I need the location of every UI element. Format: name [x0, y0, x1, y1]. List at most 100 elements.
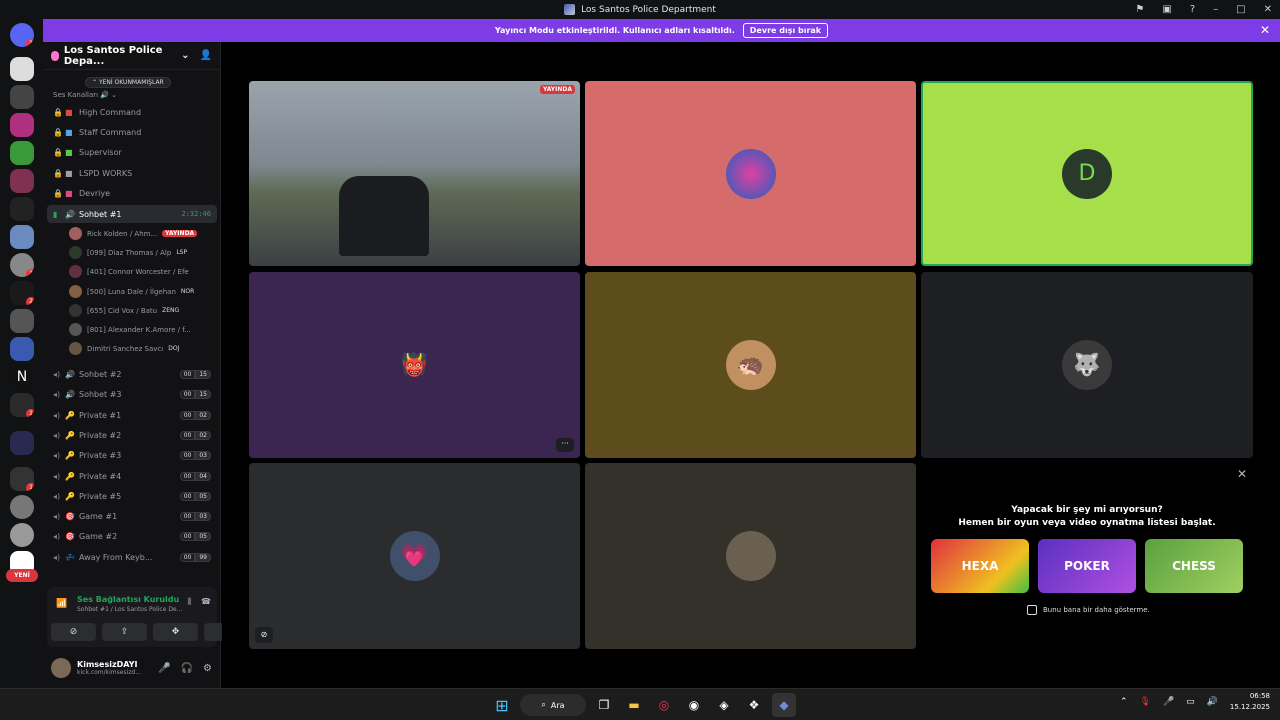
server-icon[interactable]: 1	[10, 393, 34, 417]
close-window-button[interactable]: ✕	[1264, 4, 1272, 15]
mic-muted-icon[interactable]: 🎙	[1140, 697, 1151, 707]
participant-tile[interactable]	[585, 81, 916, 266]
voice-member[interactable]: [655] Cid Vox / Batu ZENG	[69, 302, 217, 319]
participant-tile-speaking[interactable]: D	[921, 81, 1253, 266]
video-off-icon[interactable]: ⊘	[255, 627, 273, 643]
channel-item[interactable]: ◂) 🔑 Private #1 00 02	[47, 406, 217, 424]
server-icon[interactable]	[10, 337, 34, 361]
screen-share-button[interactable]: ⇪	[102, 623, 147, 641]
chevron-up-icon[interactable]: ⌃	[1120, 697, 1128, 707]
participant-tile[interactable]: 🐺	[921, 272, 1253, 458]
discord-taskbar-icon[interactable]: ◆	[772, 693, 796, 717]
file-explorer-icon[interactable]: ▬	[622, 693, 646, 717]
display-icon[interactable]: ▭	[1186, 697, 1195, 707]
discord-home-button[interactable]: 3	[10, 23, 34, 47]
server-folder[interactable]	[10, 431, 34, 455]
task-view-icon[interactable]: ❐	[592, 693, 616, 717]
channel-item[interactable]: 🔒 ■ Supervisor	[47, 143, 217, 161]
channel-item[interactable]: ◂) 🔊 Sohbet #3 00 15	[47, 385, 217, 403]
channel-item[interactable]: ◂) 🎯 Game #1 00 03	[47, 507, 217, 525]
mic-icon[interactable]: 🎤	[1163, 697, 1174, 707]
server-header[interactable]: Los Santos Police Depa... ⌄ 👤	[43, 42, 220, 70]
app-icon[interactable]: ❖	[742, 693, 766, 717]
server-icon[interactable]	[10, 57, 34, 81]
maximize-button[interactable]: □	[1236, 4, 1245, 15]
dont-show-again-checkbox[interactable]: Bunu bana bir daha gösterme.	[1027, 605, 1150, 615]
voice-member[interactable]: [099] Diaz Thomas / Alp LSP	[69, 244, 217, 261]
game-card-poker[interactable]: POKER	[1038, 539, 1136, 593]
channel-item[interactable]: ◂) 🔑 Private #4 00 04	[47, 467, 217, 485]
steam-icon[interactable]: ◈	[712, 693, 736, 717]
more-options-button[interactable]: ···	[556, 438, 574, 452]
voice-member[interactable]: Rick Kolden / Ahm... YAYINDA	[69, 225, 217, 242]
game-card-chess[interactable]: CHESS	[1145, 539, 1243, 593]
channel-item[interactable]: ◂) 🔑 Private #2 00 02	[47, 426, 217, 444]
server-icon[interactable]: N	[10, 365, 34, 389]
channel-item[interactable]: ◂) 🔑 Private #3 00 03	[47, 446, 217, 464]
server-icon[interactable]	[10, 169, 34, 193]
channel-item[interactable]: ◂) 🔊 Sohbet #2 00 15	[47, 365, 217, 383]
channel-item[interactable]: ◂) 💤 Away From Keyb... 00 99	[47, 548, 217, 566]
participant-tile[interactable]	[585, 463, 916, 649]
clock[interactable]: 06:58 15.12.2025	[1230, 691, 1270, 713]
voice-member[interactable]: [401] Connor Worcester / Efe	[69, 263, 217, 280]
channel-sohbet-1[interactable]: ▮ 🔊 Sohbet #1 2:32:46	[47, 205, 217, 223]
server-icon[interactable]	[10, 523, 34, 547]
volume-icon[interactable]: 🔊	[1207, 697, 1218, 707]
channel-item[interactable]: 🔒 ■ Devriye	[47, 184, 217, 202]
camera-off-button[interactable]: ⊘	[51, 623, 96, 641]
gear-icon[interactable]: ⚙	[203, 663, 212, 674]
voice-member[interactable]: [500] Luna Dale / İlgehan NOR	[69, 283, 217, 300]
banner-close-icon[interactable]: ✕	[1260, 23, 1270, 37]
participant-tile[interactable]: 💗 ⊘	[249, 463, 580, 649]
voice-channel[interactable]: Sohbet #1 / Los Santos Police De...	[77, 606, 182, 613]
disconnect-icon[interactable]: ☎	[201, 597, 211, 607]
server-icon[interactable]	[10, 309, 34, 333]
channel-item[interactable]: 🔒 ■ LSPD WORKS	[47, 164, 217, 182]
screen-icon[interactable]: ▣	[1162, 4, 1171, 15]
windows-start-icon[interactable]: ⊞	[490, 693, 514, 717]
add-member-icon[interactable]: 👤	[200, 50, 212, 61]
help-icon[interactable]: ?	[1190, 4, 1195, 15]
server-icon[interactable]: 2	[10, 281, 34, 305]
server-icon[interactable]: 1	[10, 253, 34, 277]
game-card-hexa[interactable]: HEXA	[931, 539, 1029, 593]
new-pill[interactable]: YENİ	[6, 569, 38, 582]
avatar	[69, 265, 82, 278]
server-icon[interactable]	[10, 85, 34, 109]
channel-item[interactable]: 🔒 ■ High Command	[47, 103, 217, 121]
member-name: [099] Diaz Thomas / Alp	[87, 248, 172, 257]
close-icon[interactable]: ✕	[1237, 467, 1247, 481]
activities-button[interactable]: ✥	[153, 623, 198, 641]
server-icon[interactable]	[10, 113, 34, 137]
user-count: 00 02	[179, 410, 211, 420]
opera-icon[interactable]: ◎	[652, 693, 676, 717]
headphones-icon[interactable]: 🎧	[181, 663, 193, 674]
server-icon[interactable]	[10, 197, 34, 221]
voice-member[interactable]: Dimitri Sanchez Savcı DOJ	[69, 340, 217, 357]
channel-item[interactable]: ◂) 🎯 Game #2 00 05	[47, 527, 217, 545]
channel-item[interactable]: ◂) 🔑 Private #5 00 05	[47, 487, 217, 505]
server-icon[interactable]: 1	[10, 467, 34, 491]
checkbox-box[interactable]	[1027, 605, 1037, 615]
flag-icon[interactable]: ⚑	[1135, 4, 1144, 15]
channel-item[interactable]: 🔒 ■ Staff Command	[47, 123, 217, 141]
disable-streamer-mode-button[interactable]: Devre dışı bırak	[742, 23, 829, 38]
voice-channel-icon: ◂)	[53, 369, 61, 379]
minimize-button[interactable]: –	[1213, 4, 1218, 15]
search-button[interactable]: ⌕ Ara	[520, 694, 586, 716]
avatar[interactable]	[51, 658, 71, 678]
voice-member[interactable]: [801] Alexander K.Amore / f...	[69, 321, 217, 338]
unread-pill[interactable]: ⌃ YENİ OKUNMAMIŞLAR	[85, 77, 171, 88]
chrome-icon[interactable]: ◉	[682, 693, 706, 717]
server-icon[interactable]	[10, 495, 34, 519]
category-label[interactable]: Ses Kanalları 🔊 ⌄	[53, 91, 117, 99]
stream-tile[interactable]: YAYINDA	[249, 81, 580, 266]
mic-icon[interactable]: 🎤	[158, 663, 170, 674]
noise-suppression-icon[interactable]: ⫼	[187, 597, 191, 607]
server-icon[interactable]	[10, 225, 34, 249]
participant-tile[interactable]: 🦔	[585, 272, 916, 458]
participant-tile[interactable]: 👹 ···	[249, 272, 580, 458]
user-count: 00 04	[179, 471, 211, 481]
server-icon[interactable]	[10, 141, 34, 165]
